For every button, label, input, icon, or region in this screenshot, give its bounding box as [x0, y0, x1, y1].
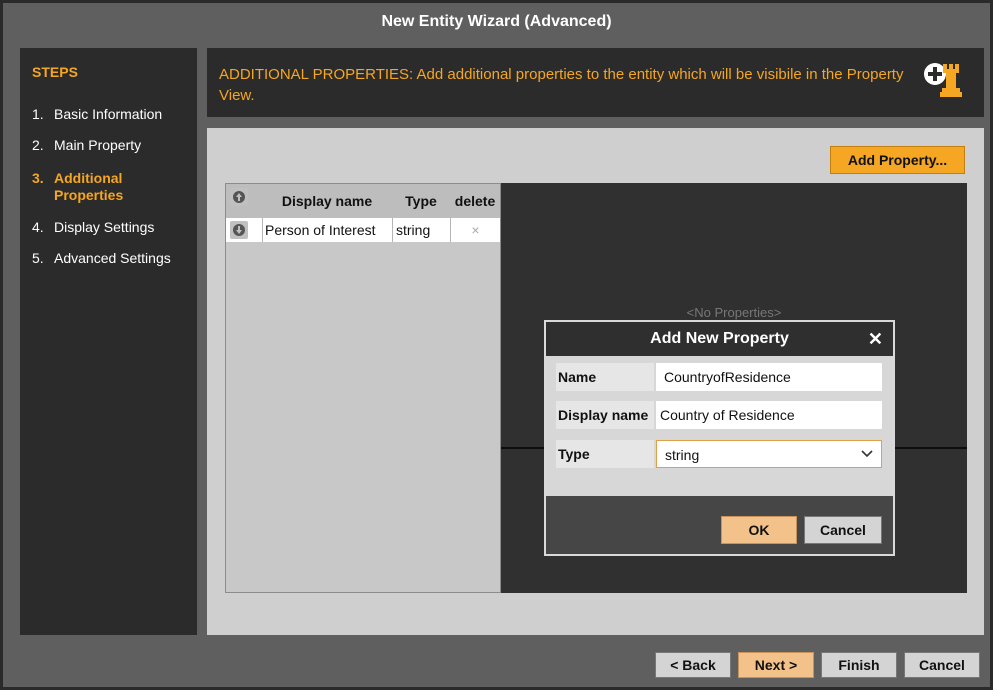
- table-row[interactable]: Person of Interest string ×: [226, 218, 500, 242]
- properties-table: Display name Type delete Person of Inter…: [225, 183, 501, 593]
- add-property-button[interactable]: Add Property...: [830, 146, 965, 174]
- step-header: ADDITIONAL PROPERTIES: Add additional pr…: [207, 48, 984, 117]
- step-number: 5.: [32, 250, 44, 266]
- move-down-icon[interactable]: [230, 221, 248, 239]
- step-label: Additional Properties: [54, 170, 124, 203]
- dialog-footer: OK Cancel: [546, 496, 893, 554]
- column-header-type: Type: [405, 193, 437, 209]
- row-display-name: Person of Interest: [262, 218, 392, 242]
- add-entity-rook-icon: [924, 63, 962, 97]
- step-advanced-settings[interactable]: 5. Advanced Settings: [32, 250, 197, 267]
- type-select-value: string: [665, 447, 700, 463]
- step-label: Main Property: [54, 137, 142, 153]
- step-description: ADDITIONAL PROPERTIES: Add additional pr…: [219, 66, 904, 104]
- no-properties-placeholder: <No Properties>: [686, 305, 782, 320]
- step-additional-properties[interactable]: 3. Additional Properties: [32, 170, 197, 204]
- dialog-title: Add New Property: [650, 330, 789, 347]
- step-label: Advanced Settings: [54, 250, 171, 266]
- finish-button[interactable]: Finish: [821, 652, 897, 678]
- move-up-icon[interactable]: [230, 188, 248, 206]
- steps-sidebar: STEPS 1. Basic Information 2. Main Propert…: [20, 48, 197, 635]
- display-name-label: Display name: [556, 401, 654, 429]
- step-main-property[interactable]: 2. Main Property: [32, 137, 197, 154]
- step-number: 3.: [32, 170, 44, 186]
- step-number: 1.: [32, 106, 44, 122]
- delete-icon[interactable]: ×: [450, 218, 500, 242]
- name-label: Name: [556, 363, 654, 391]
- column-header-delete: delete: [454, 193, 496, 209]
- back-button[interactable]: < Back: [655, 652, 731, 678]
- dialog-cancel-button[interactable]: Cancel: [804, 516, 882, 544]
- dialog-form: Name CountryofResidence Display name Cou…: [546, 356, 893, 496]
- ok-button[interactable]: OK: [721, 516, 797, 544]
- window-title: New Entity Wizard (Advanced): [381, 13, 612, 30]
- step-number: 4.: [32, 219, 44, 235]
- display-name-input[interactable]: Country of Residence: [656, 401, 882, 429]
- step-label: Display Settings: [54, 219, 155, 235]
- cancel-button[interactable]: Cancel: [904, 652, 980, 678]
- table-header: Display name Type delete: [226, 184, 500, 218]
- type-select[interactable]: string: [656, 440, 882, 468]
- close-icon[interactable]: ✕: [868, 322, 883, 356]
- step-number: 2.: [32, 137, 44, 153]
- row-type: string: [392, 218, 450, 242]
- type-label: Type: [556, 440, 654, 468]
- chevron-down-icon: [861, 450, 873, 458]
- next-button[interactable]: Next >: [738, 652, 814, 678]
- name-input[interactable]: CountryofResidence: [656, 363, 882, 391]
- steps-heading: STEPS: [32, 64, 78, 80]
- wizard-footer: < Back Next > Finish Cancel: [3, 642, 990, 687]
- step-label: Basic Information: [54, 106, 163, 122]
- column-header-display-name: Display name: [281, 193, 373, 209]
- add-property-dialog: Add New Property ✕ Name CountryofResiden…: [544, 320, 895, 556]
- step-display-settings[interactable]: 4. Display Settings: [32, 219, 197, 236]
- step-basic-information[interactable]: 1. Basic Information: [32, 106, 197, 123]
